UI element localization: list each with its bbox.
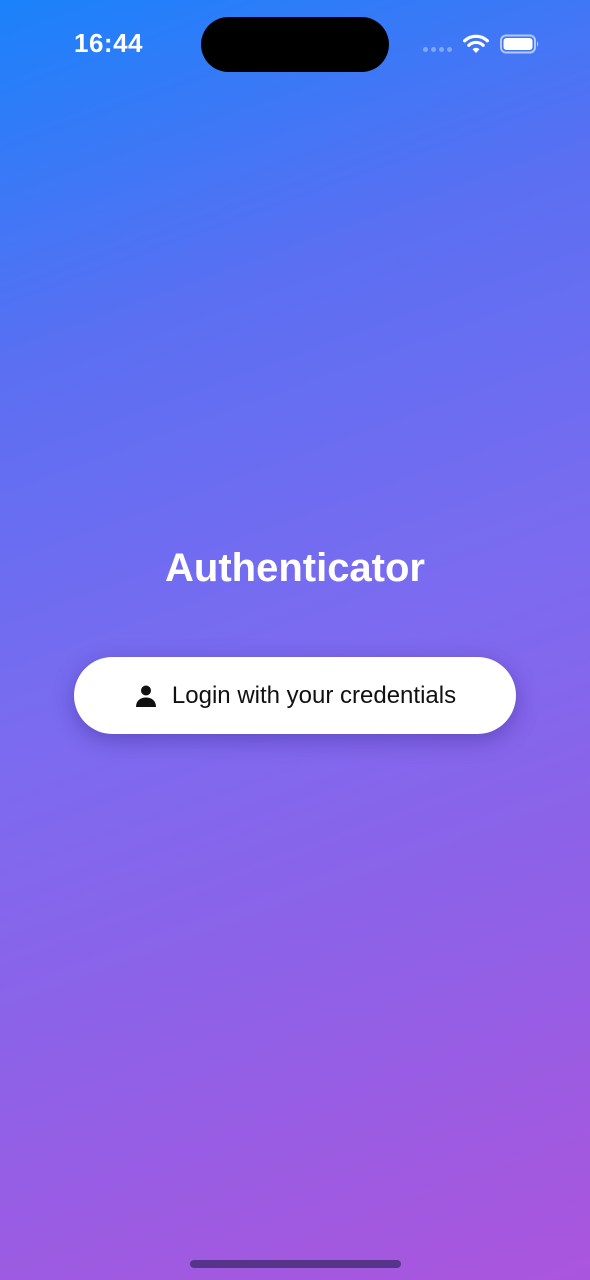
status-bar: 16:44 — [0, 0, 590, 90]
page-title: Authenticator — [165, 546, 425, 590]
home-indicator[interactable] — [190, 1260, 401, 1268]
cellular-signal-icon — [423, 47, 452, 52]
dynamic-island — [201, 17, 389, 72]
status-time: 16:44 — [74, 28, 143, 58]
wifi-icon — [463, 34, 489, 53]
login-button-label: Login with your credentials — [171, 681, 457, 709]
battery-icon — [500, 34, 539, 54]
person-icon — [135, 685, 156, 707]
login-button[interactable]: Login with your credentials — [74, 657, 516, 734]
app-screen: 16:44 Authenticator Login with your cred… — [0, 0, 590, 1280]
